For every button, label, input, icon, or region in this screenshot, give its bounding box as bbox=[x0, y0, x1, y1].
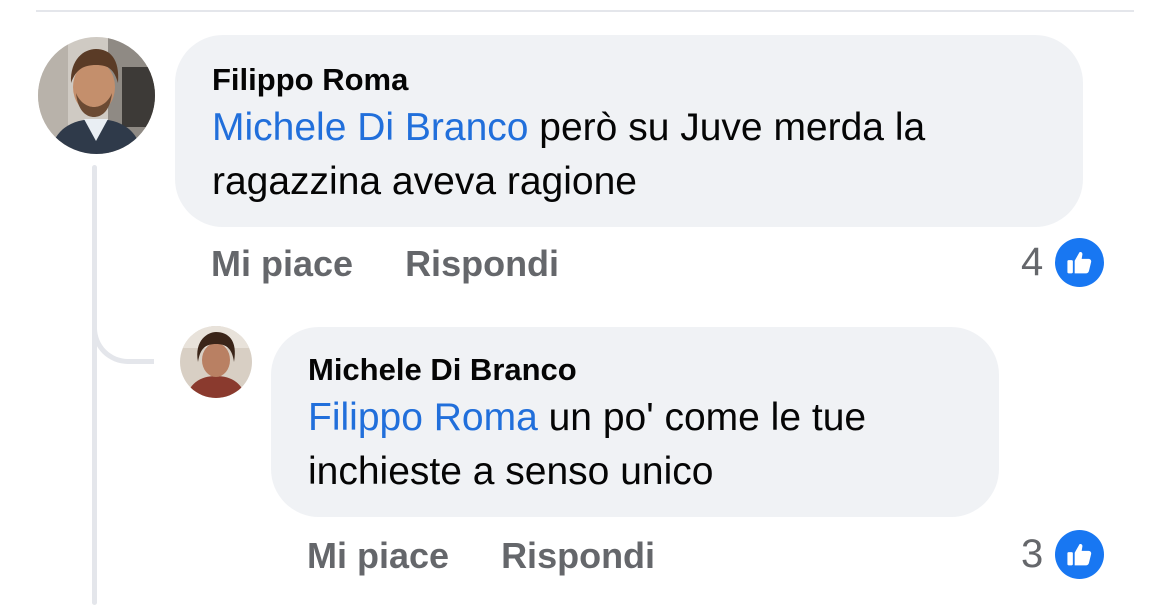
comment-actions: Mi piace Rispondi bbox=[211, 243, 559, 285]
like-button[interactable]: Mi piace bbox=[211, 243, 353, 285]
top-divider bbox=[36, 10, 1134, 12]
reply-button[interactable]: Rispondi bbox=[501, 535, 655, 577]
reply-button[interactable]: Rispondi bbox=[405, 243, 559, 285]
reaction-summary[interactable]: 4 bbox=[1021, 238, 1105, 287]
comment-text-line2: inchieste a senso unico bbox=[308, 450, 714, 493]
comment-bubble[interactable]: Michele Di Branco Filippo Roma un po' co… bbox=[271, 327, 999, 517]
avatar-filippo-roma[interactable] bbox=[38, 37, 155, 154]
reaction-count: 3 bbox=[1021, 532, 1044, 576]
comment-text-line1: un po' come le tue bbox=[537, 396, 867, 439]
comment-text-line2: ragazzina aveva ragione bbox=[212, 160, 637, 203]
mention-link[interactable]: Michele Di Branco bbox=[212, 106, 528, 149]
mention-link[interactable]: Filippo Roma bbox=[308, 396, 538, 439]
thread-line bbox=[92, 165, 97, 605]
thumbs-up-icon bbox=[1055, 530, 1105, 579]
avatar-michele-di-branco[interactable] bbox=[180, 326, 252, 398]
comment-bubble[interactable]: Filippo Roma Michele Di Branco però su J… bbox=[175, 35, 1083, 227]
comment-author[interactable]: Filippo Roma bbox=[212, 61, 1047, 99]
comment-text: Michele Di Branco però su Juve merda la r… bbox=[212, 101, 1047, 209]
comment-author[interactable]: Michele Di Branco bbox=[308, 351, 963, 389]
thread-connector bbox=[92, 300, 154, 364]
avatar-photo bbox=[38, 37, 155, 154]
comment-text-line1: però su Juve merda la bbox=[528, 106, 926, 149]
reaction-count: 4 bbox=[1021, 240, 1044, 284]
comment-text: Filippo Roma un po' come le tue inchieste… bbox=[308, 391, 963, 499]
reaction-summary[interactable]: 3 bbox=[1021, 530, 1105, 579]
like-button[interactable]: Mi piace bbox=[307, 535, 449, 577]
thumbs-up-icon bbox=[1055, 238, 1105, 287]
avatar-photo bbox=[180, 326, 252, 398]
comment-actions: Mi piace Rispondi bbox=[307, 535, 655, 577]
